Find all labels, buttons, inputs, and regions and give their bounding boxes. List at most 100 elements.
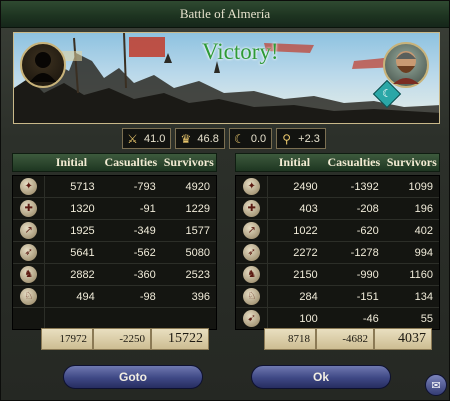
cell-survivors: 4920 [185,180,211,193]
total-casualties: -2250 [93,328,151,350]
light-infantry-icon: ✦ [20,178,38,195]
defender-portrait[interactable] [383,42,429,88]
light-cavalry-icon: ♞ [243,266,261,283]
cell-casualties: -620 [356,224,379,237]
table-row[interactable] [13,308,216,329]
cell-casualties: -1278 [350,246,379,259]
cell-initial: 2150 [293,268,318,281]
cell-survivors: 402 [414,224,434,237]
table-row[interactable]: ♘ 494 -98 396 [13,286,216,308]
table-row[interactable]: ➶ 5641 -562 5080 [13,242,216,264]
cell-survivors: 994 [414,246,434,259]
crescent-icon: ☾ [233,131,245,146]
cell-initial: 2490 [293,180,318,193]
cell-casualties: -208 [356,202,379,215]
total-casualties: -4682 [316,328,374,350]
table-row[interactable]: ✦ 5713 -793 4920 [13,176,216,198]
crossed-swords-icon: ⚔ [127,131,138,146]
cell-initial: 1925 [70,224,95,237]
archers-icon: ➶ [243,244,261,261]
cell-casualties: -360 [133,268,156,281]
table-row[interactable]: ✦ 2490 -1392 1099 [236,176,439,198]
cell-survivors: 2523 [185,268,211,281]
header-initial: Initial [55,155,88,169]
magnifier-sword-icon: ⚲ [282,131,292,146]
total-initial: 17972 [41,328,93,350]
cell-casualties: -793 [133,180,156,193]
modifier-leader[interactable]: ♛ 46.8 [175,128,225,149]
table-row[interactable]: ↗ 1022 -620 402 [236,220,439,242]
ok-button[interactable]: Ok [251,365,391,389]
warrior-face-icon [393,51,419,84]
cell-casualties: -98 [139,290,156,303]
cell-initial: 403 [299,202,318,215]
unit-icon-cell: ➶ [236,242,269,263]
cell-initial: 284 [299,290,318,303]
unit-icon-cell: ✦ [13,176,46,197]
archers-icon: ➶ [20,244,38,261]
unit-icon-cell: ♘ [236,286,269,307]
battle-banner: Victory! ☾ [13,32,440,124]
unit-icon-cell [13,308,46,329]
horse-archers-icon: ➹ [243,310,261,327]
cell-survivors: 134 [414,290,434,303]
cell-initial: 1320 [70,202,95,215]
goto-button[interactable]: Goto [63,365,203,389]
unit-icon-cell: ♘ [13,286,46,307]
modifier-value: 0.0 [250,132,267,145]
cell-survivors: 5080 [185,246,211,259]
pikemen-icon: ↗ [20,222,38,239]
attacker-side: Initial Casualties Survivors ✦ 5713 -793 49… [12,153,217,330]
unit-icon-cell: ♞ [13,264,46,285]
crescent-icon: ☾ [382,87,392,100]
table-row[interactable]: ➶ 2272 -1278 994 [236,242,439,264]
cell-initial: 2272 [293,246,318,259]
total-survivors: 15722 [151,328,209,350]
attacker-portrait[interactable] [20,42,66,88]
table-row[interactable]: ♞ 2150 -990 1160 [236,264,439,286]
modifier-tactics[interactable]: ⚔ 41.0 [122,128,172,149]
unit-icon-cell: ✦ [236,176,269,197]
cell-casualties: -91 [139,202,156,215]
window-title: Battle of Almería [179,6,271,21]
modifier-religion[interactable]: ☾ 0.0 [228,128,273,149]
combat-modifiers: ⚔ 41.0 ♛ 46.8 ☾ 0.0 ⚲ +2.3 [122,128,326,149]
header-initial: Initial [278,155,311,169]
table-row[interactable]: ✚ 403 -208 196 [236,198,439,220]
cell-casualties: -151 [356,290,379,303]
unit-icon-cell: ↗ [236,220,269,241]
cell-survivors: 396 [191,290,211,303]
message-button[interactable]: ✉ [425,374,447,396]
header-survivors: Survivors [163,155,214,169]
cell-survivors: 1229 [185,202,211,215]
attacker-totals: 17972 -2250 15722 [41,328,209,350]
silhouette-icon [30,52,56,82]
column-header: Initial Casualties Survivors [12,153,217,172]
cell-survivors: 55 [420,312,434,325]
table-row[interactable]: ♞ 2882 -360 2523 [13,264,216,286]
unit-icon-cell: ➶ [13,242,46,263]
crown-icon: ♛ [180,131,192,146]
unit-icon-cell: ♞ [236,264,269,285]
heavy-infantry-icon: ✚ [20,200,38,217]
table-row[interactable]: ↗ 1925 -349 1577 [13,220,216,242]
table-row[interactable]: ✚ 1320 -91 1229 [13,198,216,220]
column-header: Initial Casualties Survivors [235,153,440,172]
unit-icon-cell: ↗ [13,220,46,241]
victory-label: Victory! [202,39,279,64]
title-bar[interactable]: Battle of Almería [1,1,449,28]
pikemen-icon: ↗ [243,222,261,239]
knights-icon: ♘ [20,288,38,305]
unit-icon-cell: ➹ [236,308,269,329]
table-row[interactable]: ♘ 284 -151 134 [236,286,439,308]
modifier-terrain[interactable]: ⚲ +2.3 [276,128,326,149]
cell-survivors: 1577 [185,224,211,237]
defender-side: Initial Casualties Survivors ✦ 2490 -1392 1… [235,153,440,330]
header-casualties: Casualties [327,155,381,169]
header-survivors: Survivors [386,155,437,169]
table-row[interactable]: ➹ 100 -46 55 [236,308,439,329]
light-cavalry-icon: ♞ [20,266,38,283]
modifier-value: 41.0 [144,132,166,145]
cell-casualties: -1392 [350,180,379,193]
cell-initial: 1022 [293,224,318,237]
